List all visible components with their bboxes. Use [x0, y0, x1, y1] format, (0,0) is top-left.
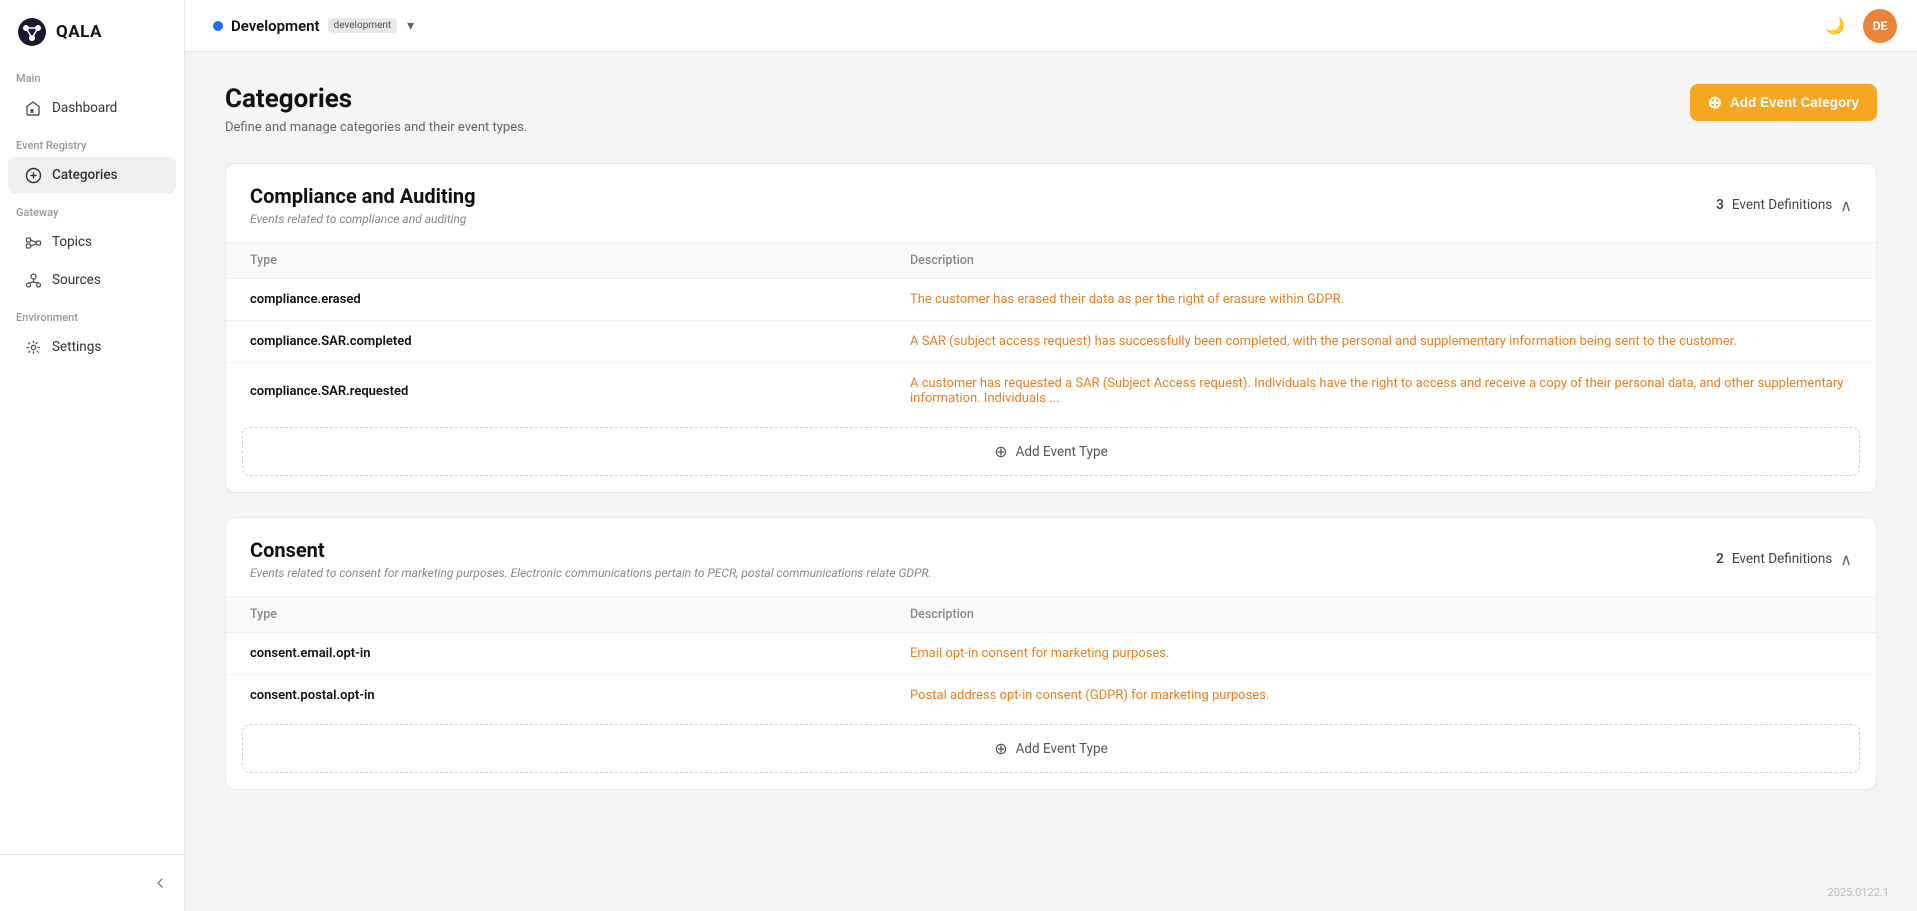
sidebar-item-sources[interactable]: Sources: [8, 262, 176, 298]
event-count-number-consent: 2: [1716, 551, 1724, 567]
sidebar-collapse-button[interactable]: [148, 871, 172, 895]
sidebar: QALA Main Dashboard Event Registry Categ…: [0, 0, 185, 911]
avatar[interactable]: DE: [1863, 9, 1897, 43]
sidebar-section-gateway: Gateway: [0, 194, 184, 223]
topbar-right: 🌙 DE: [1819, 9, 1897, 43]
page-header: Categories Define and manage categories …: [225, 84, 1877, 135]
home-icon: [24, 99, 42, 117]
env-status-dot: [213, 21, 223, 31]
environment-selector[interactable]: Development development ▾: [205, 13, 422, 39]
event-desc-cell: The customer has erased their data as pe…: [886, 279, 1876, 321]
sidebar-bottom: [0, 854, 184, 911]
event-desc-cell: A customer has requested a SAR (Subject …: [886, 363, 1876, 420]
page-title: Categories: [225, 84, 527, 114]
page-content: Categories Define and manage categories …: [185, 52, 1917, 911]
categories-icon: [24, 166, 42, 184]
version-label: 2025.0122.1: [1828, 882, 1905, 903]
chevron-down-icon: ▾: [407, 18, 414, 34]
event-table-consent: Type Description consent.email.opt-in Em…: [226, 596, 1876, 716]
category-section-consent: Consent Events related to consent for ma…: [225, 517, 1877, 790]
sidebar-item-dashboard[interactable]: Dashboard: [8, 90, 176, 126]
event-def-count-consent[interactable]: 2 Event Definitions ∧: [1716, 550, 1852, 569]
table-row[interactable]: consent.postal.opt-in Postal address opt…: [226, 675, 1876, 717]
add-event-category-button[interactable]: ⊕ Add Event Category: [1690, 84, 1877, 121]
event-definitions-label-compliance: Event Definitions: [1732, 197, 1832, 213]
add-event-type-consent[interactable]: ⊕ Add Event Type: [242, 724, 1860, 773]
event-desc-cell: Postal address opt-in consent (GDPR) for…: [886, 675, 1876, 717]
event-desc-cell: A SAR (subject access request) has succe…: [886, 321, 1876, 363]
main-area: Development development ▾ 🌙 DE Categorie…: [185, 0, 1917, 911]
sidebar-item-settings[interactable]: Settings: [8, 329, 176, 365]
type-column-header: Type: [226, 243, 886, 279]
logo-area: QALA: [0, 0, 184, 60]
event-definitions-label-consent: Event Definitions: [1732, 551, 1832, 567]
env-badge: development: [328, 18, 398, 33]
sidebar-item-topics[interactable]: Topics: [8, 224, 176, 260]
page-subtitle: Define and manage categories and their e…: [225, 120, 527, 135]
plus-circle-icon: ⊕: [994, 442, 1007, 461]
theme-toggle-button[interactable]: 🌙: [1819, 10, 1851, 42]
sidebar-item-dashboard-label: Dashboard: [52, 100, 117, 116]
description-column-header: Description: [886, 243, 1876, 279]
table-row[interactable]: compliance.SAR.requested A customer has …: [226, 363, 1876, 420]
collapse-area: [0, 863, 184, 903]
settings-icon: [24, 338, 42, 356]
category-header-consent: Consent Events related to consent for ma…: [226, 518, 1876, 588]
category-header-compliance: Compliance and Auditing Events related t…: [226, 164, 1876, 234]
add-event-label-consent: Add Event Type: [1016, 741, 1108, 757]
plus-circle-icon-consent: ⊕: [994, 739, 1007, 758]
sidebar-item-settings-label: Settings: [52, 339, 101, 355]
event-def-count-compliance[interactable]: 3 Event Definitions ∧: [1716, 196, 1852, 215]
add-category-button-label: Add Event Category: [1730, 95, 1859, 110]
table-row[interactable]: compliance.SAR.completed A SAR (subject …: [226, 321, 1876, 363]
event-type-cell: consent.email.opt-in: [226, 633, 886, 675]
sidebar-item-sources-label: Sources: [52, 272, 101, 288]
qala-logo-icon: [16, 16, 48, 48]
category-desc-consent: Events related to consent for marketing …: [250, 566, 932, 580]
event-count-number-compliance: 3: [1716, 197, 1724, 213]
description-column-header-consent: Description: [886, 597, 1876, 633]
table-row[interactable]: compliance.erased The customer has erase…: [226, 279, 1876, 321]
page-title-area: Categories Define and manage categories …: [225, 84, 527, 135]
chevron-up-icon: ∧: [1840, 196, 1852, 215]
category-section-compliance: Compliance and Auditing Events related t…: [225, 163, 1877, 493]
event-type-cell: consent.postal.opt-in: [226, 675, 886, 717]
logo-text: QALA: [56, 22, 102, 42]
event-table-compliance: Type Description compliance.erased The c…: [226, 242, 1876, 419]
chevron-up-icon-consent: ∧: [1840, 550, 1852, 569]
category-title-area-compliance: Compliance and Auditing Events related t…: [250, 184, 476, 226]
event-type-cell: compliance.erased: [226, 279, 886, 321]
add-event-label-compliance: Add Event Type: [1016, 444, 1108, 460]
topbar: Development development ▾ 🌙 DE: [185, 0, 1917, 52]
sidebar-section-environment: Environment: [0, 299, 184, 328]
sidebar-item-topics-label: Topics: [52, 234, 92, 250]
add-event-type-compliance[interactable]: ⊕ Add Event Type: [242, 427, 1860, 476]
plus-icon: ⊕: [1708, 94, 1722, 111]
sidebar-section-event-registry: Event Registry: [0, 127, 184, 156]
sidebar-section-main: Main: [0, 60, 184, 89]
env-name-label: Development: [231, 17, 320, 35]
sidebar-item-categories[interactable]: Categories: [8, 157, 176, 193]
type-column-header-consent: Type: [226, 597, 886, 633]
category-title-area-consent: Consent Events related to consent for ma…: [250, 538, 932, 580]
event-desc-cell: Email opt-in consent for marketing purpo…: [886, 633, 1876, 675]
sidebar-item-categories-label: Categories: [52, 167, 118, 183]
category-title-compliance: Compliance and Auditing: [250, 184, 476, 208]
category-title-consent: Consent: [250, 538, 932, 562]
category-desc-compliance: Events related to compliance and auditin…: [250, 212, 476, 226]
event-type-cell: compliance.SAR.requested: [226, 363, 886, 420]
topics-icon: [24, 233, 42, 251]
event-type-cell: compliance.SAR.completed: [226, 321, 886, 363]
table-row[interactable]: consent.email.opt-in Email opt-in consen…: [226, 633, 1876, 675]
sources-icon: [24, 271, 42, 289]
